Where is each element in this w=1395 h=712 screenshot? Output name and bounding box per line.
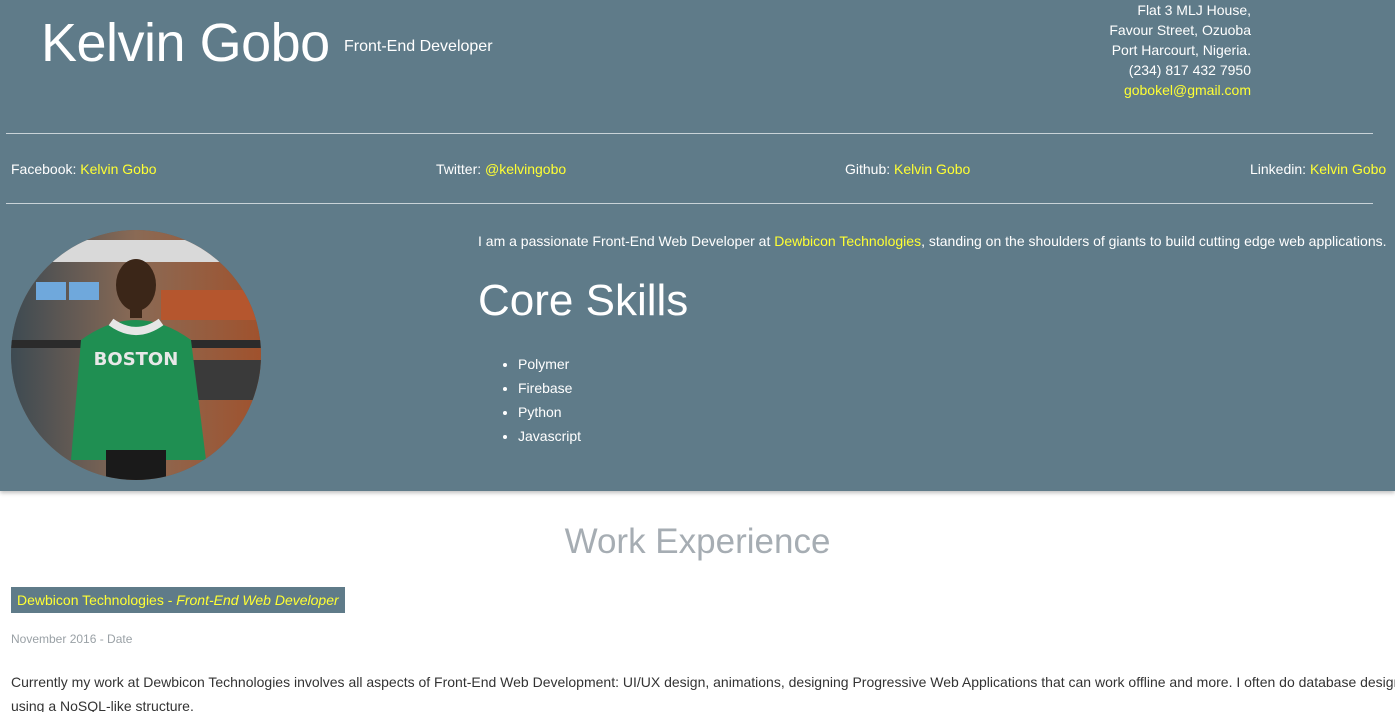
work-experience-heading: Work Experience (564, 522, 831, 561)
company-link[interactable]: Dewbicon Technologies (774, 233, 921, 249)
skills-list: Polymer Firebase Python Javascript (478, 352, 581, 448)
github-link[interactable]: Kelvin Gobo (894, 161, 970, 177)
phone-number: (234) 817 432 7950 (1128, 62, 1251, 78)
social-label-linkedin: Linkedin: (1250, 161, 1307, 177)
job-title-tag: Dewbicon Technologies - Front-End Web De… (11, 587, 345, 613)
intro-text: I am a passionate Front-End Web Develope… (478, 233, 1387, 249)
header-section: Kelvin Gobo Front-End Developer Flat 3 M… (0, 0, 1395, 491)
linkedin-link[interactable]: Kelvin Gobo (1310, 161, 1386, 177)
skill-item: Firebase (518, 376, 581, 400)
social-label-facebook: Facebook: (11, 161, 77, 177)
job-description: Currently my work at Dewbicon Technologi… (11, 674, 1395, 712)
skill-item: Polymer (518, 352, 581, 376)
social-label-twitter: Twitter: (436, 161, 482, 177)
divider-bottom (6, 203, 1373, 204)
divider-top (6, 133, 1373, 134)
email-link[interactable]: gobokel@gmail.com (1109, 80, 1251, 100)
social-github: Github: Kelvin Gobo (845, 161, 970, 177)
contact-address: Flat 3 MLJ House, Favour Street, Ozuoba … (1109, 0, 1251, 100)
avatar: BOSTON (11, 230, 261, 480)
facebook-link[interactable]: Kelvin Gobo (80, 161, 156, 177)
job-separator: - (163, 592, 177, 608)
social-label-github: Github: (845, 161, 891, 177)
address-line-3: Port Harcourt, Nigeria. (1111, 42, 1251, 58)
person-name: Kelvin Gobo (41, 13, 330, 73)
intro-text-after: , standing on the shoulders of giants to… (921, 233, 1387, 249)
job-company: Dewbicon Technologies (17, 592, 164, 608)
social-twitter: Twitter: @kelvingobo (436, 161, 566, 177)
social-facebook: Facebook: Kelvin Gobo (11, 161, 157, 177)
person-role: Front-End Developer (344, 38, 493, 55)
intro-text-before: I am a passionate Front-End Web Develope… (478, 233, 775, 249)
resume-page: Kelvin Gobo Front-End Developer Flat 3 M… (0, 0, 1395, 712)
avatar-photo-icon: BOSTON (11, 230, 261, 480)
address-line-1: Flat 3 MLJ House, (1137, 2, 1251, 18)
skill-item: Python (518, 400, 581, 424)
skills-heading: Core Skills (478, 276, 689, 325)
svg-text:BOSTON: BOSTON (94, 349, 179, 370)
address-line-2: Favour Street, Ozuoba (1109, 22, 1251, 38)
job-role: Front-End Web Developer (176, 592, 339, 608)
social-linkedin: Linkedin: Kelvin Gobo (1250, 161, 1386, 177)
skill-item: Javascript (518, 424, 581, 448)
twitter-link[interactable]: @kelvingobo (485, 161, 566, 177)
job-date: November 2016 - Date (11, 632, 133, 646)
